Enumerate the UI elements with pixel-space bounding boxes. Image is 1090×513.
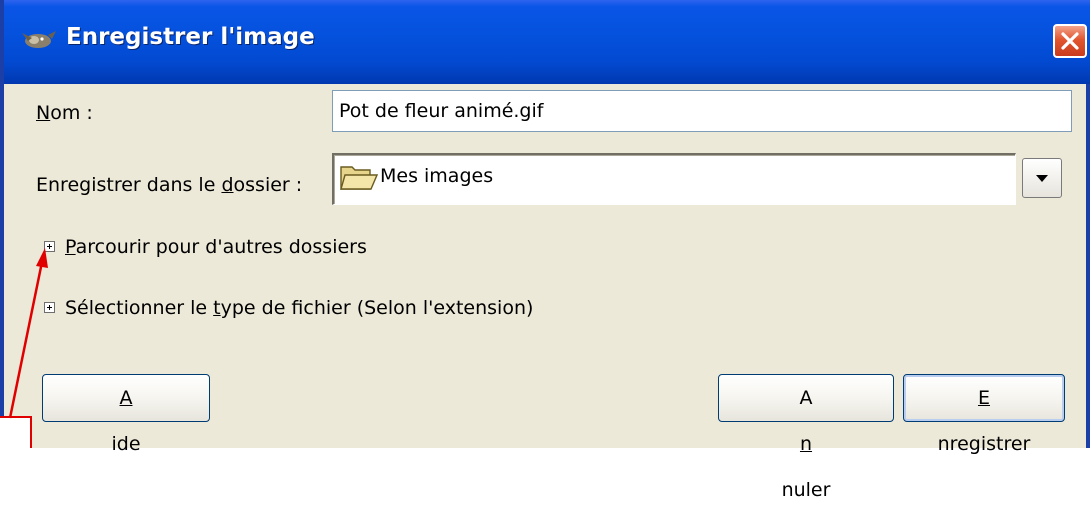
annotation-arrow: [8, 248, 48, 419]
